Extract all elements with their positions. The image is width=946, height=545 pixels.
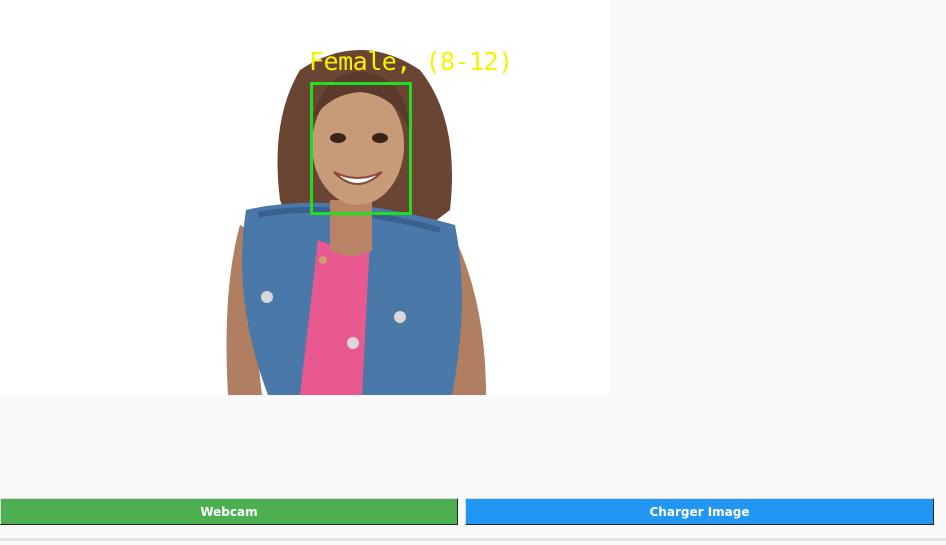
- charger-image-button[interactable]: Charger Image: [465, 498, 934, 525]
- child-photo: [0, 0, 611, 395]
- webcam-button[interactable]: Webcam: [0, 498, 458, 525]
- face-detection-box: [310, 82, 412, 215]
- image-preview: Female, (8-12): [0, 0, 611, 395]
- app-window: Female, (8-12) Webcam Charger Image: [0, 0, 946, 545]
- detection-label: Female, (8-12): [309, 47, 513, 76]
- status-bar-divider: [0, 538, 946, 541]
